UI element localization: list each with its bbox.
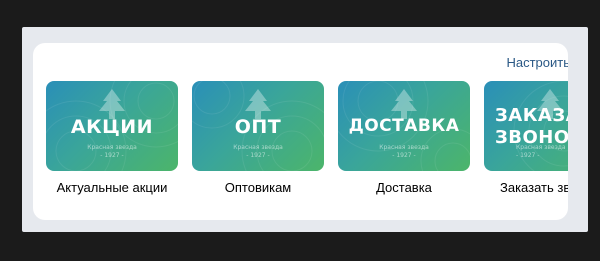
brand-caption: Красная звезда - 1927 - bbox=[192, 144, 324, 160]
brand-year: - 1927 - bbox=[392, 152, 416, 159]
tile-title: ЗАКАЗА ЗВОНО bbox=[495, 105, 568, 148]
brand-caption: Красная звезда - 1927 - bbox=[46, 144, 178, 160]
service-tile-delivery[interactable]: ДОСТАВКА Красная звезда - 1927 - Доставк… bbox=[338, 81, 470, 195]
service-image: ОПТ Красная звезда - 1927 - bbox=[192, 81, 324, 171]
brand-caption: Красная звезда - 1927 - bbox=[484, 144, 568, 160]
brand-name: Красная звезда bbox=[379, 144, 429, 151]
service-tile-promotions[interactable]: АКЦИИ Красная звезда - 1927 - Актуальные… bbox=[46, 81, 178, 195]
services-list: АКЦИИ Красная звезда - 1927 - Актуальные… bbox=[46, 81, 568, 211]
service-image: ДОСТАВКА Красная звезда - 1927 - bbox=[338, 81, 470, 171]
tile-label: Актуальные акции bbox=[56, 180, 168, 195]
brand-year: - 1927 - bbox=[246, 152, 270, 159]
service-image: АКЦИИ Красная звезда - 1927 - bbox=[46, 81, 178, 171]
tile-label: Доставка bbox=[376, 180, 432, 195]
service-tile-callback[interactable]: ЗАКАЗА ЗВОНО Красная звезда - 1927 - Зак… bbox=[484, 81, 568, 195]
service-tile-wholesale[interactable]: ОПТ Красная звезда - 1927 - Оптовикам bbox=[192, 81, 324, 195]
brand-year: - 1927 - bbox=[100, 152, 124, 159]
brand-caption: Красная звезда - 1927 - bbox=[338, 144, 470, 160]
brand-year: - 1927 - bbox=[516, 152, 540, 159]
tile-title: ДОСТАВКА bbox=[348, 116, 460, 136]
brand-name: Красная звезда bbox=[87, 144, 137, 151]
services-card: Настроить АКЦИИ Красная звезда - 1927 - … bbox=[33, 43, 568, 220]
tile-label: Заказать зв bbox=[500, 180, 568, 195]
tile-label: Оптовикам bbox=[224, 180, 292, 195]
configure-button[interactable]: Настроить bbox=[506, 55, 568, 70]
brand-name: Красная звезда bbox=[516, 144, 566, 151]
tile-title: АКЦИИ bbox=[70, 116, 154, 138]
content-panel: Настроить АКЦИИ Красная звезда - 1927 - … bbox=[22, 27, 588, 232]
service-image: ЗАКАЗА ЗВОНО Красная звезда - 1927 - bbox=[484, 81, 568, 171]
brand-name: Красная звезда bbox=[233, 144, 283, 151]
tile-title: ОПТ bbox=[234, 116, 282, 138]
